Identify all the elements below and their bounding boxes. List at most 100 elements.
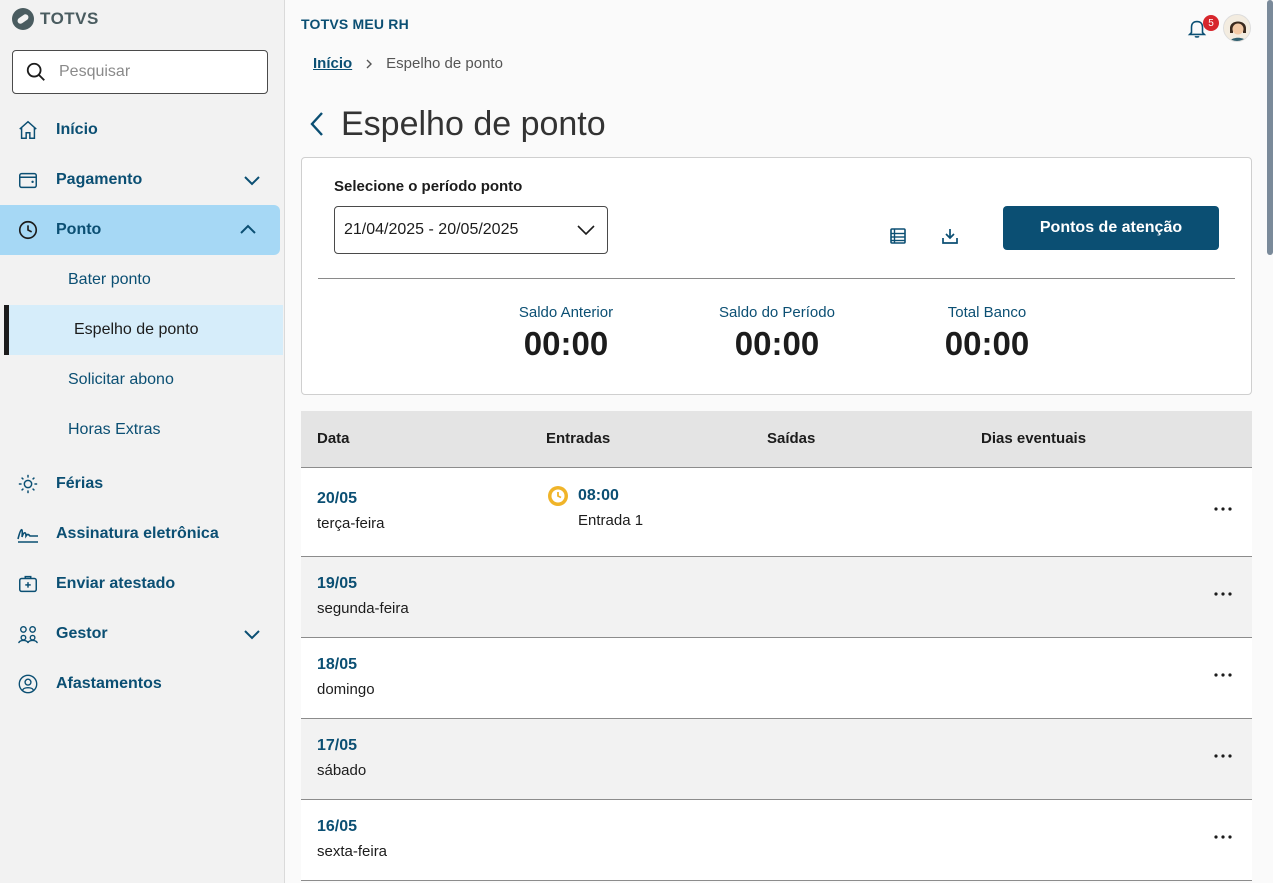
- more-horizontal-icon: [1214, 673, 1232, 677]
- list-view-button[interactable]: [886, 224, 910, 248]
- total-label: Saldo do Período: [719, 304, 835, 321]
- row-date: 17/05: [317, 737, 358, 754]
- signature-icon: [16, 522, 40, 546]
- more-horizontal-icon: [1214, 835, 1232, 839]
- more-options-button[interactable]: [1212, 498, 1234, 520]
- ponto-table: Data Entradas Saídas Dias eventuais 20/0…: [301, 411, 1252, 881]
- more-options-button[interactable]: [1212, 664, 1234, 686]
- search-input[interactable]: [59, 63, 259, 81]
- sun-icon: [16, 472, 40, 496]
- app-title: TOTVS MEU RH: [301, 16, 409, 32]
- chevron-down-icon: [577, 225, 595, 236]
- sidebar-subitem-bater-ponto[interactable]: Bater ponto: [0, 255, 284, 305]
- table-row[interactable]: 20/05 terça-feira 08:00 Entrada 1: [301, 468, 1252, 557]
- row-date: 16/05: [317, 818, 358, 835]
- chevron-left-icon: [310, 112, 323, 136]
- sidebar-item-gestor[interactable]: Gestor: [0, 609, 284, 659]
- breadcrumb-current: Espelho de ponto: [386, 55, 503, 72]
- sidebar-item-afastamentos[interactable]: Afastamentos: [0, 659, 284, 709]
- breadcrumb-home-link[interactable]: Início: [313, 55, 352, 72]
- period-card: Selecione o período ponto 21/04/2025 - 2…: [301, 157, 1252, 395]
- table-row[interactable]: 16/05 sexta-feira: [301, 800, 1252, 881]
- more-horizontal-icon: [1214, 592, 1232, 596]
- sidebar-item-label: Assinatura eletrônica: [56, 525, 219, 542]
- total-saldo-anterior: Saldo Anterior 00:00: [466, 304, 666, 363]
- row-weekday: sexta-feira: [317, 843, 388, 860]
- brand-name: TOTVS: [40, 9, 99, 28]
- breadcrumb: Início Espelho de ponto: [313, 55, 503, 72]
- row-weekday: terça-feira: [317, 515, 385, 532]
- table-row[interactable]: 17/05 sábado: [301, 719, 1252, 800]
- row-weekday: segunda-feira: [317, 600, 409, 617]
- total-value: 00:00: [944, 325, 1030, 362]
- entry-time[interactable]: 08:00: [578, 487, 619, 505]
- more-horizontal-icon: [1214, 507, 1232, 511]
- download-icon: [942, 229, 958, 244]
- avatar[interactable]: [1223, 14, 1251, 42]
- total-value: 00:00: [734, 325, 820, 362]
- sidebar-item-label: Início: [56, 121, 98, 138]
- entry-label: Entrada 1: [578, 512, 644, 529]
- download-button[interactable]: [938, 224, 962, 248]
- sidebar-item-inicio[interactable]: Início: [0, 105, 284, 155]
- total-value: 00:00: [523, 325, 609, 362]
- sidebar-subitem-label: Solicitar abono: [68, 371, 174, 388]
- table-header: Data Entradas Saídas Dias eventuais: [301, 411, 1252, 468]
- sidebar: TOTVS Início Pagamento Ponto Bate: [0, 0, 285, 883]
- user-circle-icon: [16, 672, 40, 696]
- clock-icon: [548, 486, 568, 506]
- wallet-icon: [16, 168, 40, 192]
- sidebar-item-label: Férias: [56, 475, 104, 492]
- more-options-button[interactable]: [1212, 583, 1234, 605]
- page-header: Espelho de ponto: [305, 104, 606, 144]
- column-header-data: Data: [317, 430, 350, 447]
- column-header-entradas: Entradas: [546, 430, 611, 447]
- total-banco: Total Banco 00:00: [887, 304, 1087, 363]
- period-select-value: 21/04/2025 - 20/05/2025: [344, 221, 519, 238]
- more-options-button[interactable]: [1212, 826, 1234, 848]
- column-header-saidas: Saídas: [767, 430, 816, 447]
- user-avatar-icon: [1224, 15, 1250, 41]
- row-weekday: sábado: [317, 762, 367, 779]
- search-box[interactable]: [12, 50, 268, 94]
- sidebar-nav: Início Pagamento Ponto Bater ponto Espel…: [0, 105, 284, 709]
- chevron-down-icon[interactable]: [242, 170, 262, 190]
- team-icon: [16, 622, 40, 646]
- pontos-de-atencao-button[interactable]: Pontos de atenção: [1003, 206, 1219, 250]
- chevron-down-icon[interactable]: [242, 624, 262, 644]
- back-button[interactable]: [305, 104, 329, 144]
- sidebar-subitem-espelho-de-ponto[interactable]: Espelho de ponto: [4, 305, 283, 355]
- list-icon: [890, 228, 906, 244]
- row-date: 19/05: [317, 575, 358, 592]
- more-options-button[interactable]: [1212, 745, 1234, 767]
- totvs-logo-icon: [12, 8, 34, 30]
- totvs-logo[interactable]: TOTVS: [12, 8, 99, 30]
- page-scrollbar[interactable]: [1267, 0, 1273, 255]
- page-title: Espelho de ponto: [341, 104, 606, 143]
- table-row[interactable]: 18/05 domingo: [301, 638, 1252, 719]
- sidebar-item-pagamento[interactable]: Pagamento: [0, 155, 284, 205]
- notification-badge: 5: [1203, 15, 1219, 31]
- total-label: Saldo Anterior: [518, 304, 614, 321]
- home-icon: [16, 118, 40, 142]
- sidebar-item-label: Ponto: [56, 221, 102, 238]
- total-label: Total Banco: [947, 304, 1027, 321]
- total-saldo-periodo: Saldo do Período 00:00: [677, 304, 877, 363]
- row-weekday: domingo: [317, 681, 375, 698]
- sidebar-subitem-label: Bater ponto: [68, 271, 151, 288]
- sidebar-item-enviar-atestado[interactable]: Enviar atestado: [0, 559, 284, 609]
- table-row[interactable]: 19/05 segunda-feira: [301, 557, 1252, 638]
- sidebar-item-ponto[interactable]: Ponto: [0, 205, 280, 255]
- period-select[interactable]: 21/04/2025 - 20/05/2025: [334, 206, 608, 254]
- chevron-up-icon[interactable]: [238, 220, 258, 240]
- chevron-right-icon: [366, 59, 373, 68]
- sidebar-item-ferias[interactable]: Férias: [0, 459, 284, 509]
- sidebar-subitem-horas-extras[interactable]: Horas Extras: [0, 405, 284, 455]
- medical-kit-icon: [16, 572, 40, 596]
- sidebar-item-label: Enviar atestado: [56, 575, 176, 592]
- sidebar-subitem-label: Horas Extras: [68, 421, 161, 438]
- sidebar-item-assinatura-eletronica[interactable]: Assinatura eletrônica: [0, 509, 284, 559]
- clock-icon: [16, 218, 40, 242]
- row-date: 18/05: [317, 656, 358, 673]
- sidebar-subitem-solicitar-abono[interactable]: Solicitar abono: [0, 355, 284, 405]
